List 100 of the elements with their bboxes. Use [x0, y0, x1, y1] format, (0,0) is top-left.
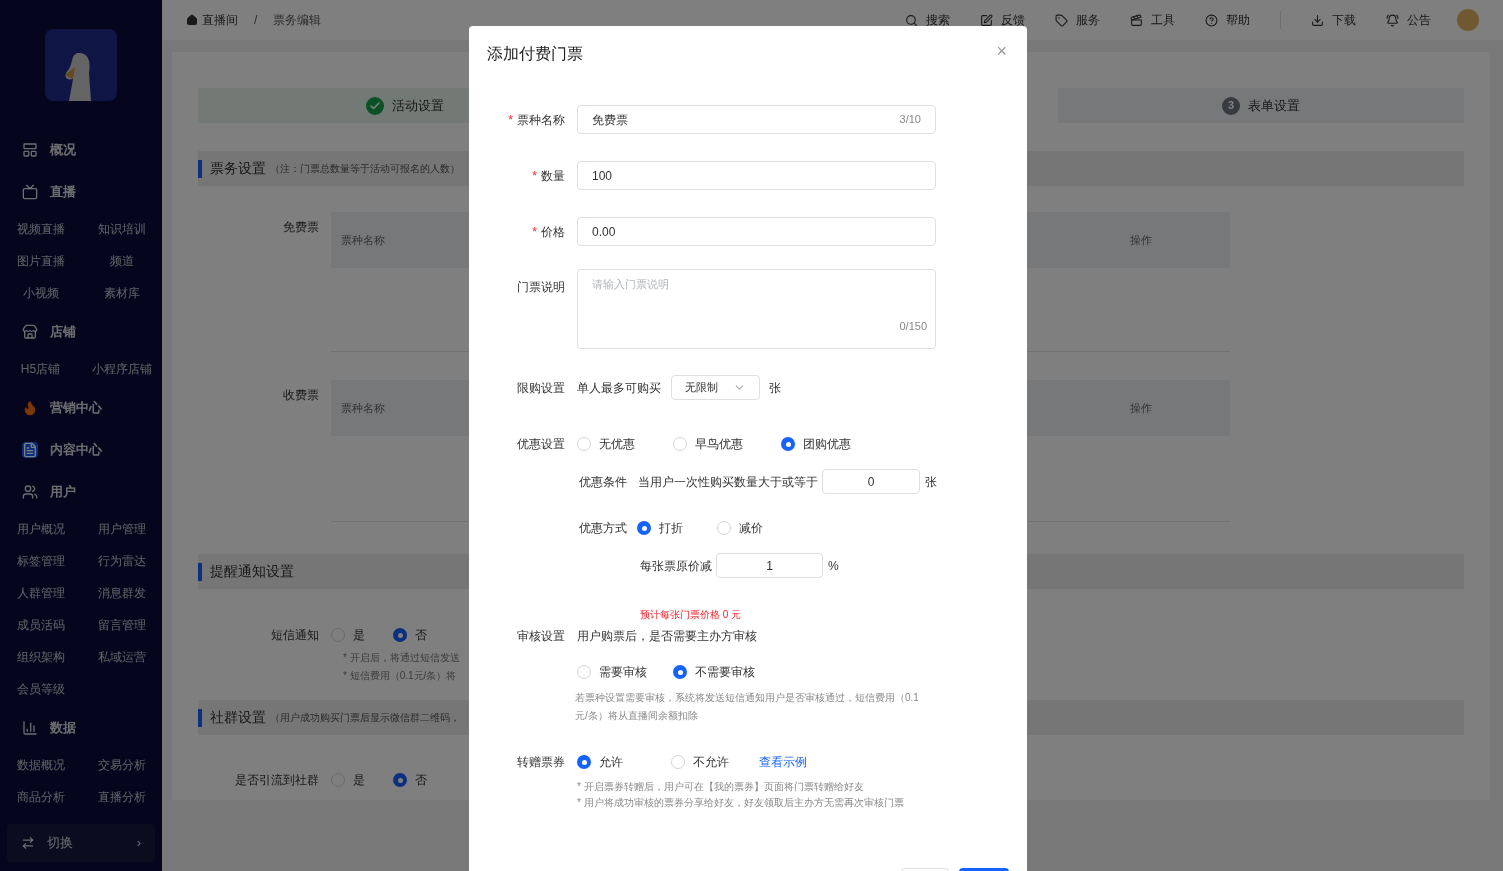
sidebar-item[interactable]: H5店铺 — [0, 353, 81, 385]
sidebar-item[interactable]: 标签管理 — [0, 545, 81, 577]
field-label: 票种名称 — [517, 111, 565, 129]
sidebar-section[interactable]: 营销中心 — [0, 387, 162, 429]
help-icon — [1205, 13, 1218, 27]
hint-text: * 开启票券转赠后，用户可在【我的票券】页面将门票转赠给好友 — [577, 780, 865, 794]
radio-option[interactable]: 需要审核 — [577, 663, 647, 681]
text-field[interactable]: 0.00 — [577, 217, 936, 246]
breadcrumb-separator: / — [254, 12, 258, 29]
radio-option[interactable]: 减价 — [717, 519, 763, 537]
char-count: 3/10 — [899, 112, 921, 128]
required-mark: * — [508, 111, 513, 129]
sidebar-item[interactable]: 素材库 — [81, 277, 162, 309]
switch-icon — [21, 836, 35, 850]
radio-option[interactable]: 否 — [393, 771, 427, 789]
toolbar-button[interactable]: 搜索 — [905, 11, 950, 29]
sidebar-item[interactable]: 频道 — [81, 245, 162, 277]
radio-option[interactable]: 打折 — [637, 519, 683, 537]
required-mark: * — [532, 167, 537, 185]
sidebar-section[interactable]: 数据 — [0, 707, 162, 749]
sidebar-item[interactable]: 图片直播 — [0, 245, 81, 277]
toolbar-button[interactable]: 公告 — [1386, 11, 1431, 29]
table-label: 收费票 — [282, 387, 320, 404]
radio-option[interactable]: 允许 — [577, 753, 623, 771]
text-field[interactable]: 免费票 3/10 — [577, 105, 936, 134]
sidebar-item[interactable]: 消息群发 — [81, 577, 162, 609]
check-icon — [366, 96, 384, 115]
home-icon — [186, 14, 198, 26]
field-label: 短信通知 — [270, 627, 320, 644]
sidebar-item[interactable]: 数据概况 — [0, 749, 81, 781]
radio-option[interactable]: 不需要审核 — [673, 663, 755, 681]
toolbar-button[interactable]: 工具 — [1130, 11, 1175, 29]
section-title: 票务设置 — [210, 159, 266, 178]
sidebar-item[interactable]: 留言管理 — [81, 609, 162, 641]
textarea-field[interactable]: 请输入门票说明 0/150 — [577, 269, 936, 349]
radio-option[interactable]: 早鸟优惠 — [673, 435, 743, 453]
radio-option[interactable]: 否 — [393, 626, 427, 644]
sidebar-item[interactable]: 私域运营 — [81, 641, 162, 673]
number-field[interactable]: 0 — [822, 469, 920, 494]
sidebar-item[interactable]: 人群管理 — [0, 577, 81, 609]
sidebar-item[interactable]: 商品分析 — [0, 781, 81, 813]
close-button[interactable]: × — [996, 44, 1007, 58]
sidebar-item[interactable]: 交易分析 — [81, 749, 162, 781]
text-field[interactable]: 100 — [577, 161, 936, 190]
sidebar-item[interactable]: 会员等级 — [0, 673, 81, 705]
breadcrumb-link[interactable]: 直播间 — [202, 11, 238, 29]
toolbar-button[interactable]: 下载 — [1311, 11, 1356, 29]
radio-option[interactable]: 无优惠 — [577, 435, 635, 453]
field-label: 每张票原价减 — [640, 557, 712, 575]
sidebar-item[interactable]: 视频直播 — [0, 213, 81, 245]
sidebar-section[interactable]: 概况 — [0, 129, 162, 171]
price-estimate: 预计每张门票价格 0 元 — [640, 608, 743, 621]
field-label: 转赠票券 — [517, 754, 565, 771]
number-field[interactable]: 1 — [716, 553, 823, 578]
example-link[interactable]: 查看示例 — [759, 753, 807, 771]
avatar[interactable] — [1457, 9, 1479, 31]
field-label: 优惠方式 — [579, 520, 627, 537]
sidebar-item[interactable]: 行为雷达 — [81, 545, 162, 577]
sidebar-item[interactable]: 小程序店铺 — [81, 353, 162, 385]
select-field[interactable]: 无限制 — [671, 375, 760, 400]
dialog-title: 添加付费门票 — [487, 44, 583, 64]
toolbar-button[interactable]: 服务 — [1055, 11, 1100, 29]
switch-button[interactable]: 切换 › — [7, 824, 155, 862]
step-number: 3 — [1222, 96, 1240, 115]
radio-option[interactable]: 团购优惠 — [781, 435, 851, 453]
column-header: 票种名称 — [341, 232, 385, 248]
edit-icon — [980, 13, 993, 27]
sidebar-item[interactable]: 成员活码 — [0, 609, 81, 641]
section-title: 社群设置 — [210, 708, 266, 727]
breadcrumb-link[interactable]: 票务编辑 — [273, 11, 322, 29]
layout-icon — [22, 142, 38, 158]
toolbar-button[interactable]: 帮助 — [1205, 11, 1250, 29]
hint-text: 若票种设置需要审核，系统将发送短信通知用户是否审核通过，短信费用（0.1元/条）将从直播间余额扣除 — [575, 691, 920, 723]
field-text: 当用户一次性购买数量大于或等于 — [638, 473, 818, 491]
field-text: 单人最多可购买 — [577, 379, 661, 397]
sidebar-item[interactable]: 组织架构 — [0, 641, 81, 673]
hint-text: * 短信费用（0.1元/条）将 — [343, 669, 457, 683]
sidebar-item[interactable]: 用户管理 — [81, 513, 162, 545]
store-icon — [22, 324, 38, 340]
table-label: 免费票 — [282, 219, 320, 236]
unit-text: % — [828, 557, 839, 575]
radio-option[interactable]: 是 — [331, 626, 365, 644]
sidebar-item[interactable]: 小视频 — [0, 277, 81, 309]
radio-option[interactable]: 不允许 — [671, 753, 729, 771]
flame-icon — [22, 400, 38, 416]
sidebar-item[interactable]: 知识培训 — [81, 213, 162, 245]
sidebar-section[interactable]: 用户 — [0, 471, 162, 513]
sidebar-section[interactable]: 直播 — [0, 171, 162, 213]
sidebar-section[interactable]: 内容中心 — [0, 429, 162, 471]
radio-option[interactable]: 是 — [331, 771, 365, 789]
field-text: 用户购票后，是否需要主办方审核 — [577, 628, 757, 645]
tv-icon — [22, 184, 38, 200]
toolbar-button[interactable]: 反馈 — [980, 11, 1025, 29]
sidebar-item[interactable]: 直播分析 — [81, 781, 162, 813]
sidebar-item[interactable]: 用户概况 — [0, 513, 81, 545]
bell-icon — [1386, 13, 1399, 27]
required-mark: * — [532, 223, 537, 241]
section-note: （注：门票总数量等于活动可报名的人数） — [270, 162, 460, 176]
field-label: 数量 — [541, 167, 565, 185]
sidebar-section[interactable]: 店铺 — [0, 311, 162, 353]
